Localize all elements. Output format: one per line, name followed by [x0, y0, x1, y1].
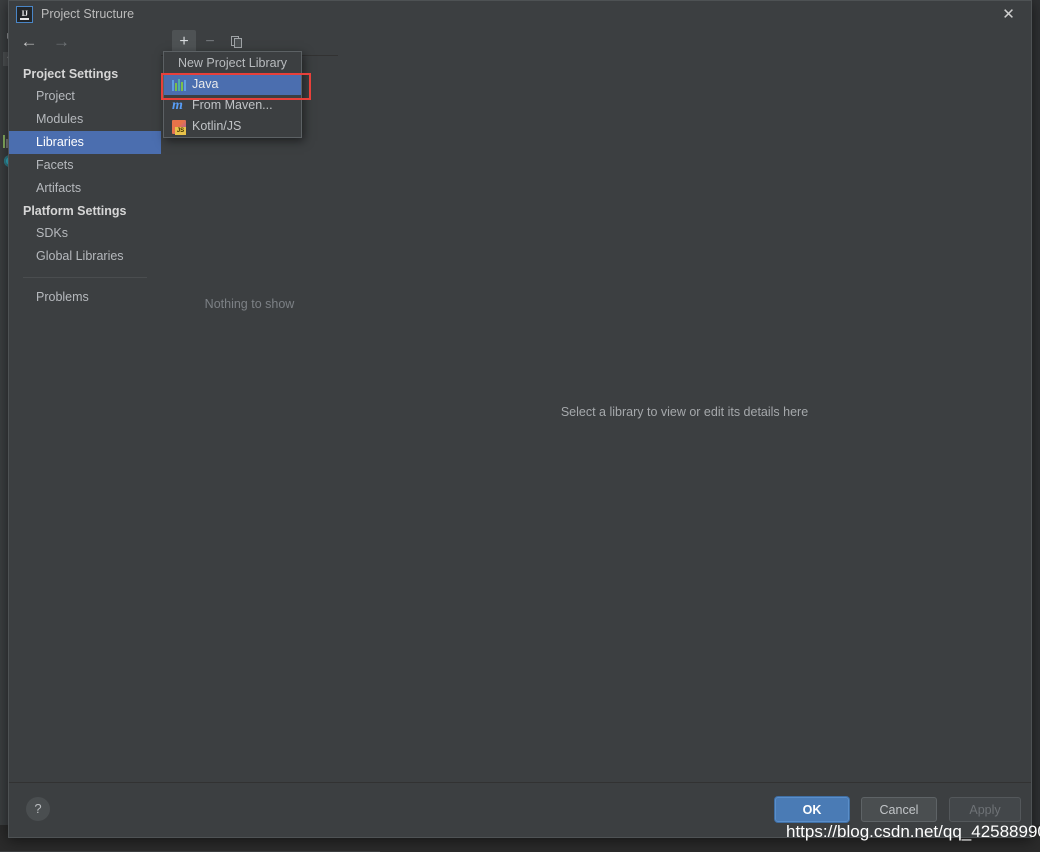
- sidebar-navigation: ← →: [9, 29, 161, 55]
- menu-item-kotlin-js[interactable]: Kotlin/JS: [164, 116, 301, 137]
- sidebar-group-project-settings: Project Settings: [23, 67, 119, 81]
- java-icon: [172, 78, 186, 92]
- kotlin-js-icon: [172, 120, 186, 135]
- sidebar-item-global-libraries[interactable]: Global Libraries: [9, 245, 161, 268]
- close-icon[interactable]: ✕: [986, 1, 1031, 29]
- cancel-button[interactable]: Cancel: [861, 797, 937, 822]
- dialog-body: ← → Project Settings Project Modules Lib…: [9, 29, 1031, 783]
- detail-placeholder-message: Select a library to view or edit its det…: [560, 405, 809, 419]
- sidebar-group-platform-settings: Platform Settings: [23, 204, 127, 218]
- sidebar-item-problems[interactable]: Problems: [9, 286, 161, 309]
- dialog-title: Project Structure: [41, 7, 135, 21]
- menu-item-from-maven[interactable]: m From Maven...: [164, 95, 301, 116]
- settings-sidebar: ← → Project Settings Project Modules Lib…: [9, 29, 162, 783]
- sidebar-item-sdks[interactable]: SDKs: [9, 222, 161, 245]
- empty-list-message: Nothing to show: [204, 297, 295, 311]
- sidebar-item-artifacts[interactable]: Artifacts: [9, 177, 161, 200]
- help-icon[interactable]: ?: [26, 797, 50, 821]
- menu-header: New Project Library: [177, 56, 288, 70]
- watermark-text: https://blog.csdn.net/qq_42588990: [786, 822, 1040, 841]
- forward-arrow-icon[interactable]: →: [47, 29, 75, 55]
- maven-icon: m: [172, 98, 183, 113]
- new-project-library-menu: New Project Library Java m From Maven...…: [163, 51, 302, 138]
- copy-icon: [230, 35, 242, 48]
- menu-item-label: Kotlin/JS: [192, 119, 242, 133]
- library-detail-panel: Select a library to view or edit its det…: [338, 29, 1031, 783]
- menu-item-label: Java: [192, 77, 219, 91]
- menu-item-java[interactable]: Java: [164, 74, 301, 95]
- apply-button: Apply: [949, 797, 1021, 822]
- ok-button[interactable]: OK: [775, 797, 849, 822]
- intellij-idea-icon: IJ: [16, 6, 33, 23]
- menu-item-label: From Maven...: [192, 98, 273, 112]
- project-structure-dialog: IJ Project Structure ✕ ← → Project Setti…: [8, 0, 1032, 838]
- back-arrow-icon[interactable]: ←: [15, 29, 43, 55]
- sidebar-item-modules[interactable]: Modules: [9, 108, 161, 131]
- dialog-titlebar: IJ Project Structure ✕: [9, 1, 1031, 29]
- sidebar-divider: [23, 277, 147, 278]
- ide-right-gutter: [1032, 0, 1040, 851]
- sidebar-item-project[interactable]: Project: [9, 85, 161, 108]
- sidebar-item-libraries[interactable]: Libraries: [9, 131, 161, 154]
- libraries-list-panel: + − Nothing to show: [161, 29, 339, 783]
- settings-tree: Project Settings Project Modules Librari…: [9, 63, 161, 309]
- sidebar-item-facets[interactable]: Facets: [9, 154, 161, 177]
